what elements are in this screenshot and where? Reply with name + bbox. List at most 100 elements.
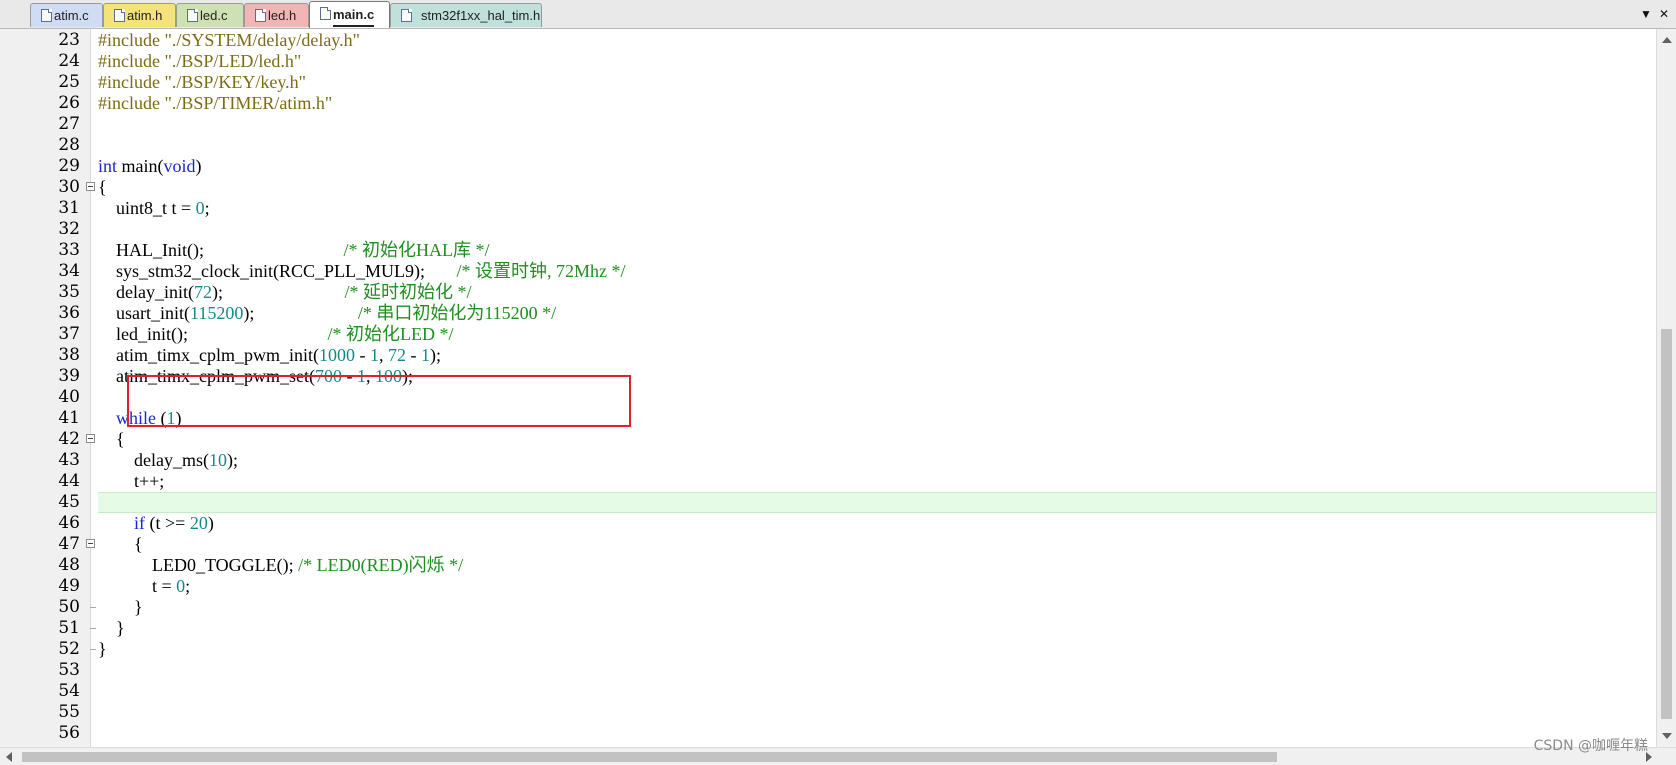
horizontal-scroll-thumb[interactable] bbox=[22, 752, 1277, 762]
code-text: #include "./SYSTEM/delay/delay.h" bbox=[98, 30, 360, 51]
code-line[interactable]: 31 uint8_t t = 0; bbox=[0, 198, 1656, 219]
line-number: 52 bbox=[58, 639, 80, 659]
fold-collapse-icon[interactable] bbox=[86, 539, 95, 548]
code-token: delay_init( bbox=[98, 282, 194, 302]
code-text: } bbox=[98, 639, 107, 660]
code-token: (t >= bbox=[145, 513, 190, 533]
vertical-scroll-thumb[interactable] bbox=[1661, 329, 1672, 719]
code-line[interactable]: 26 #include "./BSP/TIMER/atim.h" bbox=[0, 93, 1656, 114]
file-icon bbox=[114, 9, 125, 22]
code-line[interactable]: 55 bbox=[0, 702, 1656, 723]
code-token: led_init(); bbox=[98, 324, 328, 344]
code-token: #include "./SYSTEM/delay/delay.h" bbox=[98, 30, 360, 50]
code-editor[interactable]: 23 #include "./SYSTEM/delay/delay.h" 24 #in… bbox=[0, 29, 1676, 747]
tab-atim-c[interactable]: atim.c bbox=[30, 3, 103, 27]
code-token: void bbox=[163, 156, 196, 176]
code-token: - bbox=[405, 345, 421, 365]
code-line[interactable]: 37 led_init(); /* 初始化LED */ bbox=[0, 324, 1656, 345]
code-line[interactable]: 46 if (t >= 20) bbox=[0, 513, 1656, 534]
code-line[interactable]: 36 usart_init(115200); /* 串口初始化为115200 *… bbox=[0, 303, 1656, 324]
code-token: 20 bbox=[189, 513, 208, 533]
code-line[interactable]: 34 sys_stm32_clock_init(RCC_PLL_MUL9); /… bbox=[0, 261, 1656, 282]
code-text: HAL_Init(); /* 初始化HAL库 */ bbox=[98, 240, 489, 261]
code-text: #include "./BSP/KEY/key.h" bbox=[98, 72, 306, 93]
line-number: 29 bbox=[58, 156, 80, 176]
code-line[interactable]: 42 { bbox=[0, 429, 1656, 450]
code-line[interactable]: 47 { bbox=[0, 534, 1656, 555]
code-line[interactable]: 44 t++; bbox=[0, 471, 1656, 492]
code-text: delay_init(72); /* 延时初始化 */ bbox=[98, 282, 472, 303]
code-line[interactable]: 30 { bbox=[0, 177, 1656, 198]
code-token: atim_timx_cplm_pwm_init( bbox=[98, 345, 319, 365]
code-token: 72 bbox=[387, 345, 406, 365]
scroll-down-arrow-icon[interactable] bbox=[1662, 733, 1672, 739]
file-icon bbox=[320, 7, 331, 20]
line-number: 34 bbox=[58, 261, 80, 281]
tab-atim-h[interactable]: atim.h bbox=[103, 3, 176, 27]
code-line[interactable]: 23 #include "./SYSTEM/delay/delay.h" bbox=[0, 30, 1656, 51]
code-text: int main(void) bbox=[98, 156, 202, 177]
code-token: ; bbox=[185, 576, 191, 596]
code-text: if (t >= 20) bbox=[98, 513, 214, 534]
code-token: ; bbox=[204, 198, 210, 218]
code-token: /* 初始化LED */ bbox=[327, 324, 454, 344]
scroll-up-arrow-icon[interactable] bbox=[1662, 37, 1672, 43]
code-token: /* 串口初始化为115200 */ bbox=[357, 303, 557, 323]
line-number: 36 bbox=[58, 303, 80, 323]
code-token: main( bbox=[117, 156, 164, 176]
code-line[interactable]: 28 bbox=[0, 135, 1656, 156]
scroll-left-arrow-icon[interactable] bbox=[6, 752, 12, 762]
code-text: #include "./BSP/TIMER/atim.h" bbox=[98, 93, 332, 114]
code-token: { bbox=[98, 429, 125, 449]
code-line[interactable]: 32 bbox=[0, 219, 1656, 240]
code-text: led_init(); /* 初始化LED */ bbox=[98, 324, 453, 345]
line-number: 48 bbox=[58, 555, 80, 575]
tab-led-h[interactable]: led.h bbox=[244, 3, 309, 27]
tab-stm32f1xx-hal-tim-h[interactable]: stm32f1xx_hal_tim.h bbox=[390, 3, 542, 27]
code-line[interactable]: 35 delay_init(72); /* 延时初始化 */ bbox=[0, 282, 1656, 303]
code-token: t++; bbox=[98, 471, 165, 491]
tab-led-c[interactable]: led.c bbox=[176, 3, 244, 27]
line-number: 31 bbox=[58, 198, 80, 218]
code-token: ); bbox=[226, 450, 238, 470]
code-token: if bbox=[134, 513, 145, 533]
code-token: 0 bbox=[176, 576, 186, 596]
code-line[interactable]: 25 #include "./BSP/KEY/key.h" bbox=[0, 72, 1656, 93]
code-text: } bbox=[98, 618, 125, 639]
code-line[interactable]: 24 #include "./BSP/LED/led.h" bbox=[0, 51, 1656, 72]
close-icon[interactable]: ✕ bbox=[1659, 4, 1669, 24]
code-text: t = 0; bbox=[98, 576, 190, 597]
code-line[interactable]: 27 bbox=[0, 114, 1656, 135]
horizontal-scrollbar[interactable] bbox=[0, 747, 1676, 765]
fold-end-marker bbox=[90, 649, 96, 650]
code-token: /* 设置时钟, 72Mhz */ bbox=[456, 261, 626, 281]
code-line[interactable]: 54 bbox=[0, 681, 1656, 702]
code-line[interactable]: 45 bbox=[0, 492, 1656, 513]
code-line[interactable]: 29 int main(void) bbox=[0, 156, 1656, 177]
line-number: 25 bbox=[58, 72, 80, 92]
code-line[interactable]: 52} bbox=[0, 639, 1656, 660]
annotation-highlight-box bbox=[127, 375, 631, 427]
vertical-scrollbar[interactable] bbox=[1656, 29, 1676, 747]
code-token: ); bbox=[211, 282, 345, 302]
code-line[interactable]: 33 HAL_Init(); /* 初始化HAL库 */ bbox=[0, 240, 1656, 261]
code-token: #include "./BSP/TIMER/atim.h" bbox=[98, 93, 333, 113]
chevron-down-icon[interactable]: ▼ bbox=[1640, 4, 1652, 24]
line-number: 26 bbox=[58, 93, 80, 113]
tab-main-c[interactable]: main.c bbox=[309, 1, 390, 28]
code-token: usart_init( bbox=[98, 303, 190, 323]
code-line[interactable]: 50 } bbox=[0, 597, 1656, 618]
code-line[interactable]: 51 } bbox=[0, 618, 1656, 639]
code-text: LED0_TOGGLE(); /* LED0(RED)闪烁 */ bbox=[98, 555, 463, 576]
line-number: 54 bbox=[58, 681, 80, 701]
code-line[interactable]: 53 bbox=[0, 660, 1656, 681]
code-line[interactable]: 43 delay_ms(10); bbox=[0, 450, 1656, 471]
fold-collapse-icon[interactable] bbox=[86, 434, 95, 443]
code-line[interactable]: 56 bbox=[0, 723, 1656, 744]
line-number: 35 bbox=[58, 282, 80, 302]
fold-collapse-icon[interactable] bbox=[86, 182, 95, 191]
code-line[interactable]: 38 atim_timx_cplm_pwm_init(1000 - 1, 72 … bbox=[0, 345, 1656, 366]
code-line[interactable]: 49 t = 0; bbox=[0, 576, 1656, 597]
watermark-text: CSDN @咖喱年糕 bbox=[1533, 738, 1648, 754]
code-line[interactable]: 48 LED0_TOGGLE(); /* LED0(RED)闪烁 */ bbox=[0, 555, 1656, 576]
